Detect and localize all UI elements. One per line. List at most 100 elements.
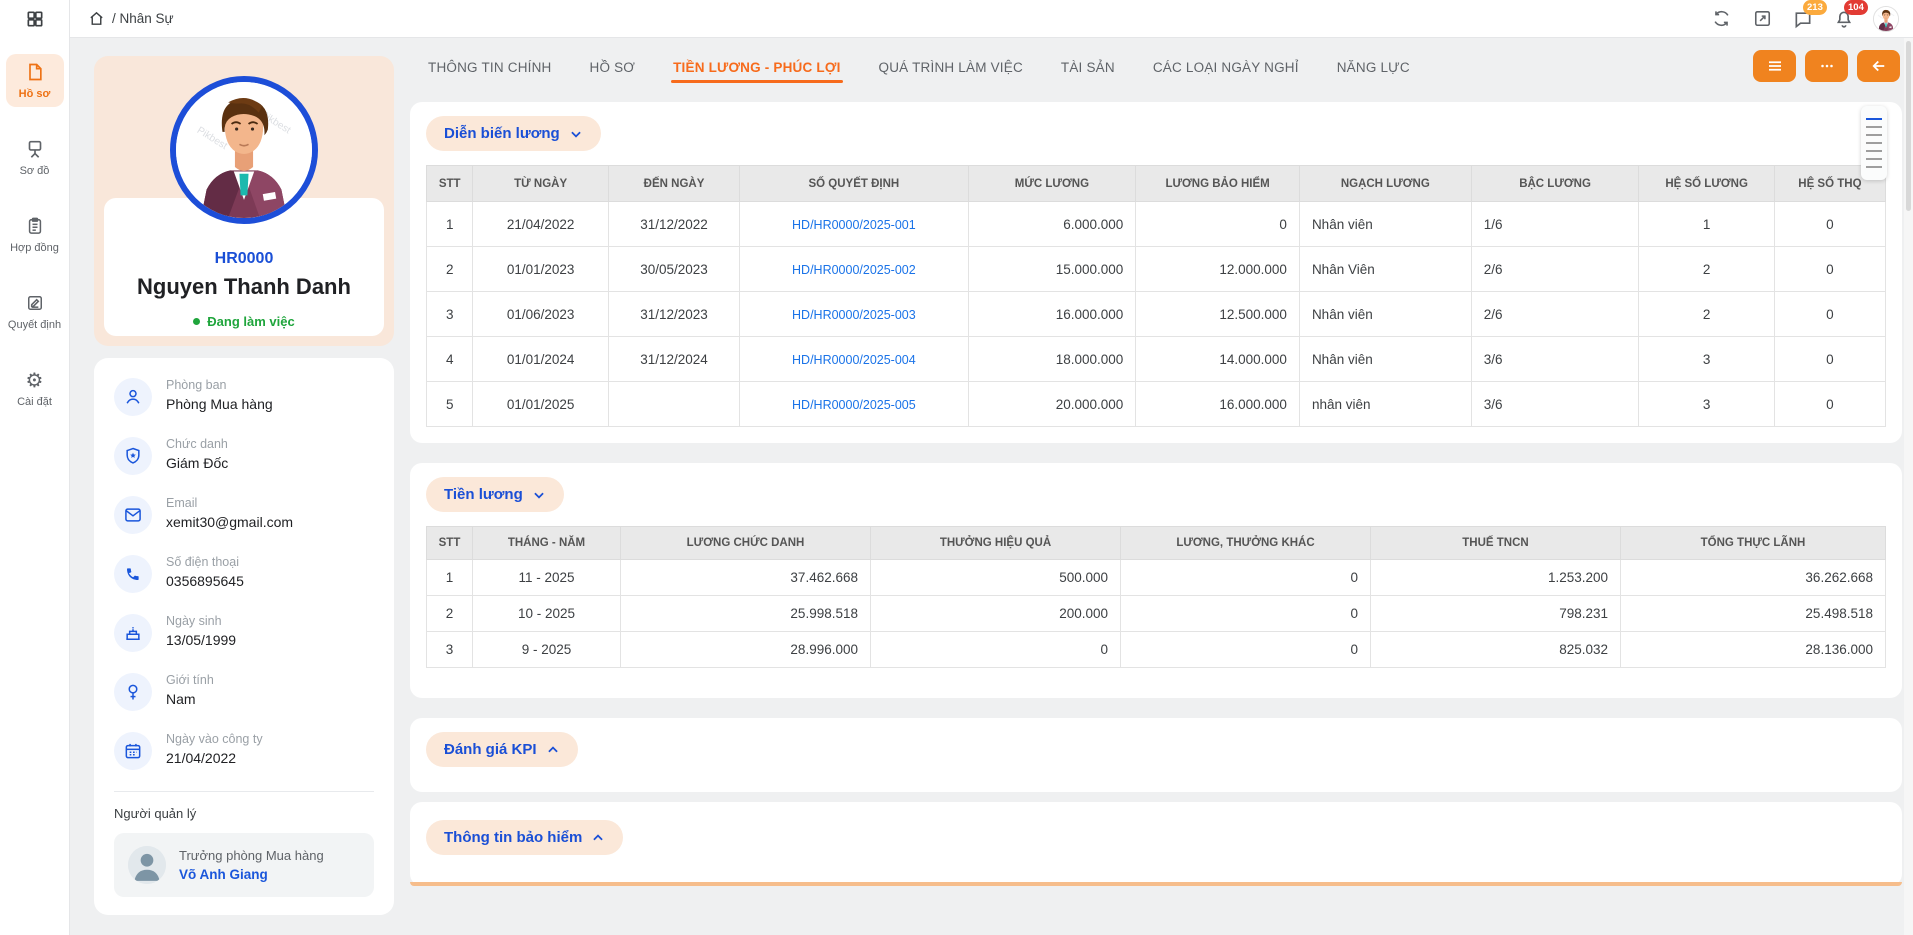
- table-cell: 10 - 2025: [473, 596, 621, 632]
- col-luong-thuong-khac: LƯƠNG, THƯỞNG KHÁC: [1121, 527, 1371, 560]
- table-cell: 28.136.000: [1621, 632, 1886, 668]
- notifications-button[interactable]: 104: [1832, 7, 1856, 31]
- table-cell: 01/01/2025: [473, 382, 608, 427]
- column-settings-widget[interactable]: [1861, 106, 1887, 180]
- table-row: 401/01/202431/12/2024HD/HR0000/2025-0041…: [427, 337, 1886, 382]
- home-icon: [88, 10, 105, 27]
- employee-name: Nguyen Thanh Danh: [104, 274, 384, 300]
- back-button[interactable]: [1857, 50, 1900, 82]
- messages-count-badge: 213: [1803, 0, 1827, 15]
- table-cell: 0: [1121, 632, 1371, 668]
- notifications-count-badge: 104: [1844, 0, 1868, 15]
- insurance-toggle[interactable]: Thông tin bảo hiểm: [426, 820, 623, 855]
- table-cell: 01/06/2023: [473, 292, 608, 337]
- salary-history-toggle[interactable]: Diễn biến lương: [426, 116, 601, 151]
- table-cell: 25.498.518: [1621, 596, 1886, 632]
- sidebar-item-hop-dong[interactable]: Hợp đồng: [6, 208, 64, 261]
- info-item-email: Email xemit30@gmail.com: [114, 496, 374, 534]
- topbar: / Nhân Sự 213 104: [0, 0, 1913, 38]
- info-item-gioi-tinh: Giới tính Nam: [114, 673, 374, 711]
- table-cell: Nhân viên: [1299, 202, 1471, 247]
- tab-ho-so[interactable]: HỒ SƠ: [588, 41, 638, 92]
- refresh-icon: [1712, 9, 1731, 28]
- kpi-title: Đánh giá KPI: [444, 741, 537, 758]
- kpi-toggle[interactable]: Đánh giá KPI: [426, 732, 578, 767]
- table-row: 210 - 202525.998.518200.0000798.23125.49…: [427, 596, 1886, 632]
- user-avatar[interactable]: [1873, 6, 1899, 32]
- decision-number-link[interactable]: HD/HR0000/2025-004: [792, 353, 916, 367]
- info-label: Chức danh: [166, 437, 228, 451]
- sidebar-item-cai-dat[interactable]: ⚙ Cài đặt: [6, 362, 64, 415]
- insurance-progress-bar: [410, 882, 1902, 886]
- employee-avatar: [170, 76, 318, 224]
- decision-number-link[interactable]: HD/HR0000/2025-001: [792, 218, 916, 232]
- sidebar-item-ho-so[interactable]: Hồ sơ: [6, 54, 64, 107]
- tab-tien-luong-phuc-loi[interactable]: TIỀN LƯƠNG - PHÚC LỢI: [671, 41, 842, 92]
- tab-thong-tin-chinh[interactable]: THÔNG TIN CHÍNH: [426, 41, 554, 92]
- table-cell: 3: [427, 632, 473, 668]
- scrollbar-thumb[interactable]: [1906, 41, 1911, 211]
- col-thue-tncn: THUẾ TNCN: [1371, 527, 1621, 560]
- info-item-phong-ban: Phòng ban Phòng Mua hàng: [114, 378, 374, 416]
- col-bac-luong: BẬC LƯƠNG: [1471, 166, 1639, 202]
- messages-button[interactable]: 213: [1791, 7, 1815, 31]
- document-icon: [25, 61, 45, 83]
- tab-cac-loai-ngay-nghi[interactable]: CÁC LOẠI NGÀY NGHỈ: [1151, 41, 1301, 92]
- sidebar-item-label: Quyết định: [8, 319, 61, 331]
- fullscreen-button[interactable]: [1750, 7, 1774, 31]
- col-tu-ngay: TỪ NGÀY: [473, 166, 608, 202]
- decision-number-link[interactable]: HD/HR0000/2025-003: [792, 308, 916, 322]
- manager-card[interactable]: Trưởng phòng Mua hàng Võ Anh Giang: [114, 833, 374, 897]
- payroll-toggle[interactable]: Tiền lương: [426, 477, 564, 512]
- menu-button[interactable]: [1753, 50, 1796, 82]
- manager-name-link[interactable]: Võ Anh Giang: [179, 867, 324, 882]
- col-he-so-luong: HỆ SỐ LƯƠNG: [1639, 166, 1774, 202]
- table-cell: 18.000.000: [968, 337, 1136, 382]
- info-item-ngay-vao-cong-ty: Ngày vào công ty 21/04/2022: [114, 732, 374, 770]
- table-cell: 16.000.000: [1136, 382, 1300, 427]
- payroll-table: STT THÁNG - NĂM LƯƠNG CHỨC DANH THƯỞNG H…: [426, 526, 1886, 668]
- table-row: 301/06/202331/12/2023HD/HR0000/2025-0031…: [427, 292, 1886, 337]
- status-text: Đang làm việc: [207, 314, 294, 329]
- table-row: 111 - 202537.462.668500.00001.253.20036.…: [427, 560, 1886, 596]
- table-cell: 0: [1774, 292, 1885, 337]
- chevron-up-icon: [591, 831, 605, 845]
- table-cell: 2/6: [1471, 292, 1639, 337]
- fullscreen-icon: [1753, 9, 1772, 28]
- table-cell: HD/HR0000/2025-004: [740, 337, 968, 382]
- payroll-title: Tiền lương: [444, 486, 523, 503]
- table-cell: 30/05/2023: [608, 247, 739, 292]
- refresh-button[interactable]: [1709, 7, 1733, 31]
- breadcrumb[interactable]: / Nhân Sự: [88, 10, 174, 27]
- info-value: Giám Đốc: [166, 455, 228, 471]
- page-scrollbar[interactable]: [1904, 38, 1913, 935]
- table-cell: 31/12/2024: [608, 337, 739, 382]
- tab-qua-trinh-lam-viec[interactable]: QUÁ TRÌNH LÀM VIỆC: [877, 41, 1025, 92]
- salary-history-card: Diễn biến lương STT TỪ NGÀY ĐẾN NGÀY SỐ …: [410, 102, 1902, 443]
- table-cell: 11 - 2025: [473, 560, 621, 596]
- app-launcher-button[interactable]: [0, 0, 70, 38]
- table-cell: 0: [1136, 202, 1300, 247]
- tab-tai-san[interactable]: TÀI SẢN: [1059, 41, 1117, 92]
- status-badge: Đang làm việc: [104, 314, 384, 329]
- more-options-button[interactable]: [1805, 50, 1848, 82]
- table-cell: Nhân Viên: [1299, 247, 1471, 292]
- info-value: 21/04/2022: [166, 750, 263, 766]
- decision-number-link[interactable]: HD/HR0000/2025-002: [792, 263, 916, 277]
- table-cell: 14.000.000: [1136, 337, 1300, 382]
- col-tong-thuc-lanh: TỔNG THỰC LÃNH: [1621, 527, 1886, 560]
- employee-info-card: Phòng ban Phòng Mua hàng Chức danh Giám …: [94, 358, 394, 915]
- col-ngach-luong: NGẠCH LƯƠNG: [1299, 166, 1471, 202]
- tab-nang-luc[interactable]: NĂNG LỰC: [1335, 41, 1412, 92]
- decision-number-link[interactable]: HD/HR0000/2025-005: [792, 398, 916, 412]
- sidebar-item-quyet-dinh[interactable]: Quyết định: [6, 285, 64, 338]
- info-value: Phòng Mua hàng: [166, 396, 273, 412]
- table-cell: 15.000.000: [968, 247, 1136, 292]
- clipboard-icon: [25, 215, 45, 237]
- table-cell: 0: [1774, 247, 1885, 292]
- sidebar-item-label: Hồ sơ: [19, 88, 51, 100]
- profile-card: HR0000 Nguyen Thanh Danh Đang làm việc: [94, 56, 394, 346]
- manager-title: Trưởng phòng Mua hàng: [179, 848, 324, 863]
- table-cell: 31/12/2023: [608, 292, 739, 337]
- sidebar-item-so-do[interactable]: Sơ đồ: [6, 131, 64, 184]
